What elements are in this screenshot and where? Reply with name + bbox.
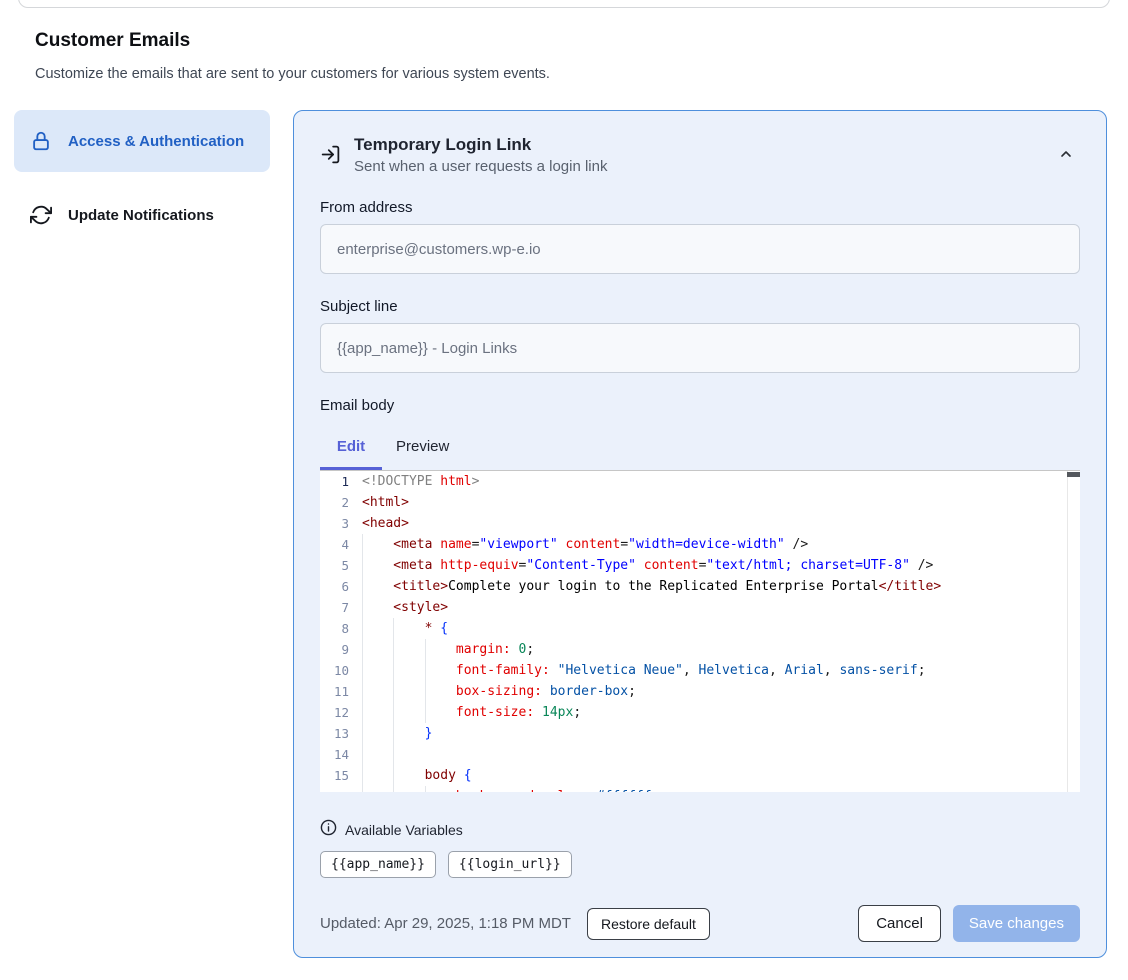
panel-footer: Updated: Apr 29, 2025, 1:18 PM MDT Resto…	[320, 905, 1080, 942]
refresh-icon	[30, 204, 52, 226]
panel-header: Temporary Login Link Sent when a user re…	[320, 135, 1080, 175]
email-types-sidebar: Access & Authentication Update Notificat…	[14, 110, 270, 240]
chevron-up-icon	[1058, 146, 1074, 165]
customer-emails-page: Customer Emails Customize the emails tha…	[0, 0, 1128, 980]
top-card-edge	[18, 0, 1110, 8]
panel-subtitle: Sent when a user requests a login link	[354, 158, 1052, 175]
variable-chips: {{app_name}} {{login_url}}	[320, 851, 1080, 878]
code-lines: 1<!DOCTYPE html>2<html>3<head>4<meta nam…	[320, 471, 1080, 792]
info-icon	[320, 819, 337, 841]
save-changes-button[interactable]: Save changes	[953, 905, 1080, 942]
page-title: Customer Emails	[35, 30, 190, 52]
sidebar-item-label: Update Notifications	[68, 207, 214, 224]
from-address-input[interactable]	[320, 224, 1080, 274]
tab-preview[interactable]: Preview	[382, 428, 463, 470]
sidebar-item-access-authentication[interactable]: Access & Authentication	[14, 110, 270, 172]
login-icon	[320, 140, 354, 170]
subject-line-input[interactable]	[320, 323, 1080, 373]
email-body-tabs: Edit Preview	[320, 428, 1080, 470]
variable-chip-login-url[interactable]: {{login_url}}	[448, 851, 572, 878]
tab-edit[interactable]: Edit	[320, 428, 382, 470]
restore-default-button[interactable]: Restore default	[587, 908, 710, 940]
collapse-panel-button[interactable]	[1052, 141, 1080, 169]
subject-line-label: Subject line	[320, 298, 1080, 315]
from-address-label: From address	[320, 199, 1080, 216]
page-subtitle: Customize the emails that are sent to yo…	[35, 66, 550, 82]
sidebar-item-update-notifications[interactable]: Update Notifications	[14, 190, 270, 240]
variable-chip-app-name[interactable]: {{app_name}}	[320, 851, 436, 878]
sidebar-item-label: Access & Authentication	[68, 133, 244, 150]
temporary-login-link-panel: Temporary Login Link Sent when a user re…	[293, 110, 1107, 958]
panel-title: Temporary Login Link	[354, 135, 1052, 155]
cancel-button[interactable]: Cancel	[858, 905, 941, 942]
lock-icon	[30, 130, 52, 152]
email-body-label: Email body	[320, 397, 1080, 414]
updated-timestamp: Updated: Apr 29, 2025, 1:18 PM MDT	[320, 915, 571, 932]
available-variables-label: Available Variables	[345, 822, 463, 838]
available-variables-header: Available Variables	[320, 819, 1080, 841]
editor-scrollbar[interactable]	[1067, 471, 1080, 792]
editor-scrollbar-thumb[interactable]	[1067, 472, 1080, 477]
email-body-code-editor[interactable]: 1<!DOCTYPE html>2<html>3<head>4<meta nam…	[320, 470, 1080, 792]
